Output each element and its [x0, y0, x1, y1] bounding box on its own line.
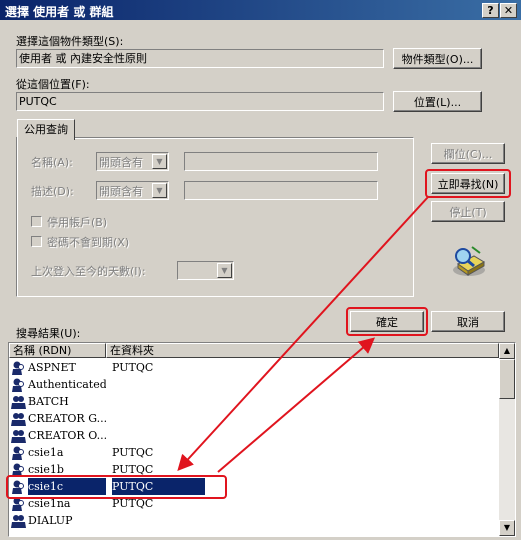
user-icon: [12, 378, 24, 392]
object-type-field: 使用者 或 內建安全性原則: [16, 49, 384, 68]
user-icon: [12, 480, 24, 494]
tab-common-queries[interactable]: 公用查詢: [17, 119, 75, 140]
list-item[interactable]: csie1a PUTQC: [9, 444, 499, 461]
result-name: BATCH: [28, 395, 69, 408]
window-title: 選擇 使用者 或 群組: [5, 5, 114, 19]
find-now-button[interactable]: 立即尋找(N): [431, 173, 505, 194]
user-icon: [12, 463, 24, 477]
list-item[interactable]: CREATOR O...: [9, 427, 499, 444]
result-name: csie1na: [28, 497, 71, 510]
list-item[interactable]: Authenticated ...: [9, 376, 499, 393]
chevron-down-icon: ▼: [152, 183, 167, 198]
disabled-accounts-label: 停用帳戶(B): [47, 216, 108, 229]
search-animation-icon: [453, 246, 485, 276]
cancel-button[interactable]: 取消: [431, 311, 505, 332]
list-item[interactable]: BATCH: [9, 393, 499, 410]
list-item[interactable]: ASPNET PUTQC: [9, 359, 499, 376]
name-input[interactable]: [184, 152, 378, 171]
non-expiring-password-label: 密碼不會到期(X): [47, 236, 130, 249]
ok-button[interactable]: 確定: [350, 311, 424, 332]
group-icon: [11, 413, 26, 426]
list-item[interactable]: DIALUP: [9, 512, 499, 529]
result-name: csie1a: [28, 446, 64, 459]
vertical-scrollbar[interactable]: ▲ ▼: [499, 343, 515, 536]
description-label: 描述(D):: [31, 185, 74, 198]
result-name: DIALUP: [28, 514, 73, 527]
group-icon: [11, 515, 26, 528]
search-results-label: 搜尋結果(U):: [16, 327, 81, 340]
result-folder: PUTQC: [112, 478, 205, 495]
non-expiring-password-checkbox[interactable]: [31, 236, 42, 247]
list-item[interactable]: CREATOR G...: [9, 410, 499, 427]
scroll-up-icon[interactable]: ▲: [499, 343, 515, 359]
disabled-accounts-checkbox[interactable]: [31, 216, 42, 227]
scroll-thumb[interactable]: [499, 359, 515, 399]
user-icon: [12, 361, 24, 375]
result-name: ASPNET: [28, 361, 76, 374]
list-item[interactable]: csie1na PUTQC: [9, 495, 499, 512]
description-mode-value: 開頭含有: [99, 185, 143, 198]
user-icon: [12, 446, 24, 460]
search-results-list[interactable]: 名稱 (RDN) 在資料夾 ASPNET PUTQC Authenticated…: [8, 342, 516, 537]
chevron-down-icon: ▼: [217, 263, 232, 278]
result-name: csie1b: [28, 463, 64, 476]
column-header-name[interactable]: 名稱 (RDN): [9, 343, 106, 358]
name-label: 名稱(A):: [31, 156, 73, 169]
column-header-folder[interactable]: 在資料夾: [106, 343, 499, 358]
list-item[interactable]: csie1b PUTQC: [9, 461, 499, 478]
group-icon: [11, 396, 26, 409]
name-mode-value: 開頭含有: [99, 156, 143, 169]
description-input[interactable]: [184, 181, 378, 200]
result-name: Authenticated ...: [28, 378, 106, 391]
location-label: 從這個位置(F):: [16, 78, 90, 91]
close-button[interactable]: ✕: [500, 3, 517, 18]
chevron-down-icon: ▼: [152, 154, 167, 169]
list-item-selected[interactable]: csie1c PUTQC: [9, 478, 499, 495]
result-name: CREATOR O...: [28, 429, 106, 442]
result-folder: PUTQC: [112, 497, 154, 510]
columns-button[interactable]: 欄位(C)...: [431, 143, 505, 164]
days-since-logon-select[interactable]: ▼: [177, 261, 234, 280]
help-button[interactable]: ?: [482, 3, 499, 18]
result-name: csie1c: [28, 478, 106, 495]
name-mode-select[interactable]: 開頭含有 ▼: [96, 152, 169, 171]
object-types-button[interactable]: 物件類型(O)...: [393, 48, 482, 69]
result-name: CREATOR G...: [28, 412, 106, 425]
description-mode-select[interactable]: 開頭含有 ▼: [96, 181, 169, 200]
result-folder: PUTQC: [112, 361, 154, 374]
location-field: PUTQC: [16, 92, 384, 111]
locations-button[interactable]: 位置(L)...: [393, 91, 482, 112]
result-folder: PUTQC: [112, 463, 154, 476]
stop-button[interactable]: 停止(T): [431, 201, 505, 222]
result-folder: PUTQC: [112, 446, 154, 459]
scroll-down-icon[interactable]: ▼: [499, 520, 515, 536]
days-since-logon-label: 上次登入至今的天數(I):: [31, 265, 146, 278]
object-type-label: 選擇這個物件類型(S):: [16, 35, 124, 48]
title-bar: 選擇 使用者 或 群組 ? ✕: [0, 0, 521, 20]
user-icon: [12, 497, 24, 511]
group-icon: [11, 430, 26, 443]
